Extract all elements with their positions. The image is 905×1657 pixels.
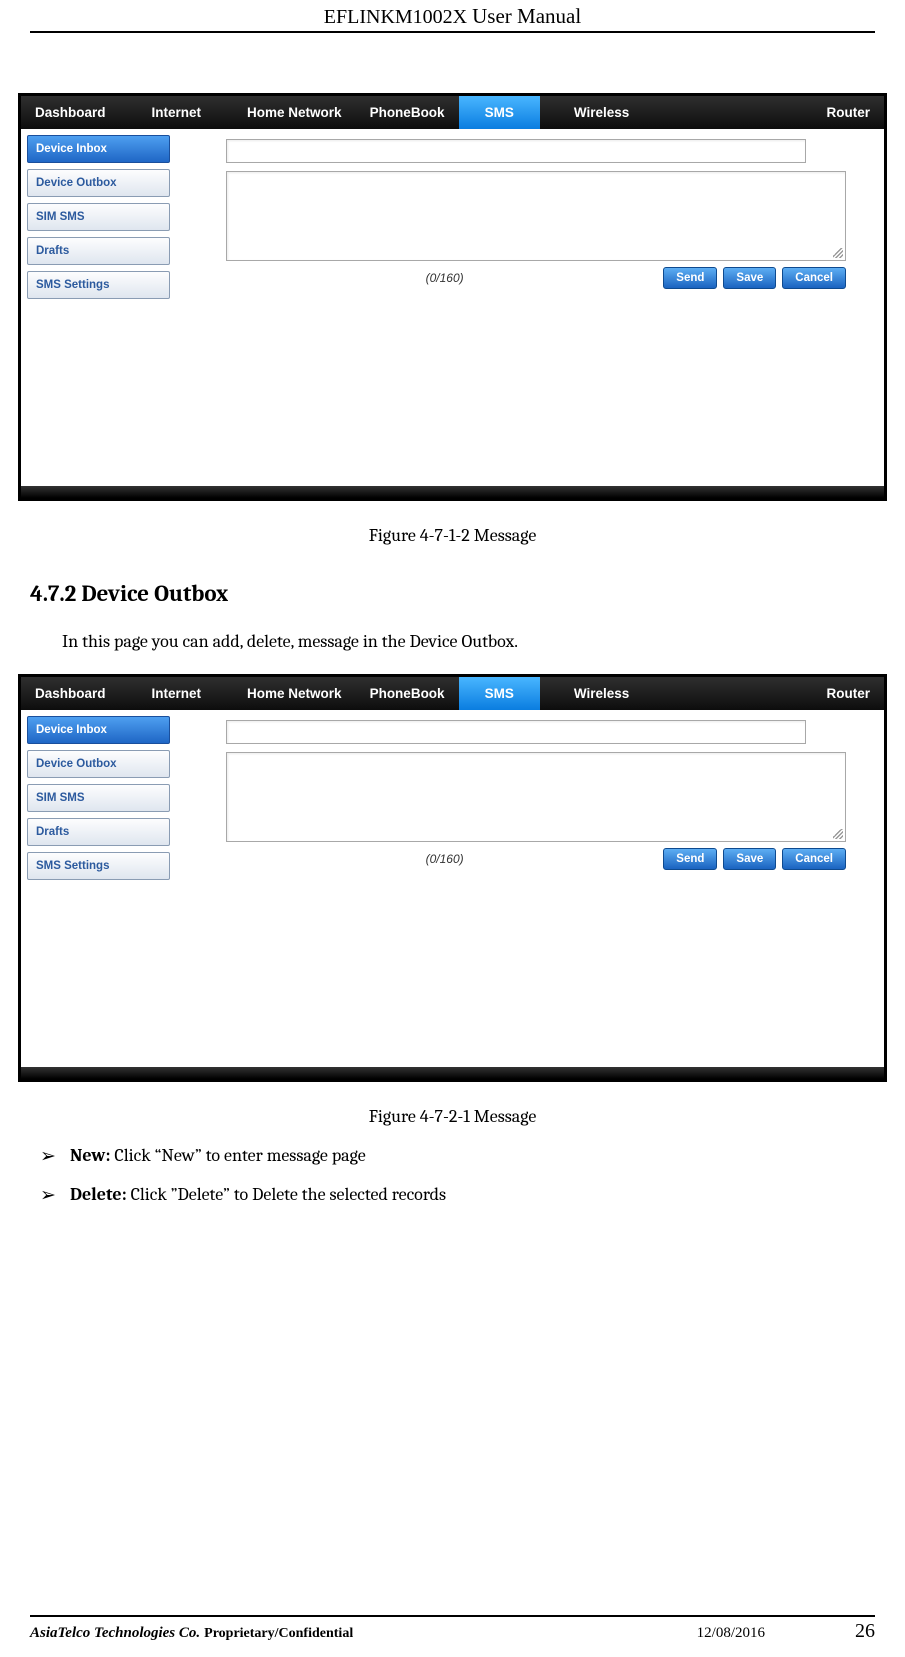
send-button[interactable]: Send: [663, 848, 717, 870]
save-button[interactable]: Save: [723, 848, 776, 870]
message-textarea[interactable]: [226, 171, 846, 261]
bullet-list: ➢ New: Click “New” to enter message page…: [40, 1145, 875, 1207]
bullet-arrow-icon: ➢: [40, 1145, 70, 1168]
footer-company: AsiaTelco Technologies Co.: [30, 1625, 200, 1642]
cancel-button[interactable]: Cancel: [782, 267, 846, 289]
sidebar-sms-settings[interactable]: SMS Settings: [27, 852, 170, 880]
top-nav: Dashboard Internet Home Network PhoneBoo…: [21, 677, 884, 710]
bullet-delete: ➢ Delete: Click ”Delete” to Delete the s…: [40, 1184, 875, 1207]
nav-wireless[interactable]: Wireless: [560, 96, 643, 129]
sidebar-sms-settings[interactable]: SMS Settings: [27, 271, 170, 299]
doc-label: User Manual: [472, 4, 581, 28]
bottom-bar: [21, 1067, 884, 1079]
resize-handle-icon[interactable]: [833, 248, 843, 258]
nav-sms-active[interactable]: SMS: [459, 96, 540, 129]
figure-caption-2: Figure 4-7-2-1 Message: [30, 1106, 875, 1127]
bullet-delete-text: Click ”Delete” to Delete the selected re…: [127, 1184, 446, 1205]
product-name: EFLINKM1002X: [324, 6, 467, 28]
bullet-arrow-icon: ➢: [40, 1184, 70, 1207]
resize-handle-icon[interactable]: [833, 829, 843, 839]
nav-dashboard[interactable]: Dashboard: [21, 677, 120, 710]
sidebar-device-outbox[interactable]: Device Outbox: [27, 750, 170, 778]
recipient-input[interactable]: [226, 720, 806, 744]
bullet-new-label: New:: [70, 1145, 110, 1166]
top-nav: Dashboard Internet Home Network PhoneBoo…: [21, 96, 884, 129]
footer-page-number: 26: [855, 1620, 875, 1643]
page-footer: AsiaTelco Technologies Co. Proprietary/C…: [30, 1615, 875, 1643]
sidebar-device-inbox[interactable]: Device Inbox: [27, 716, 170, 744]
footer-confidential: Proprietary/Confidential: [204, 1626, 353, 1642]
nav-home-network[interactable]: Home Network: [233, 677, 356, 710]
char-counter: (0/160): [226, 271, 663, 285]
bullet-new: ➢ New: Click “New” to enter message page: [40, 1145, 875, 1168]
recipient-input[interactable]: [226, 139, 806, 163]
sidebar-drafts[interactable]: Drafts: [27, 237, 170, 265]
footer-date: 12/08/2016: [697, 1625, 765, 1642]
page-header: EFLINKM1002X User Manual: [30, 0, 875, 33]
nav-router[interactable]: Router: [813, 96, 885, 129]
nav-home-network[interactable]: Home Network: [233, 96, 356, 129]
bullet-new-text: Click “New” to enter message page: [110, 1145, 365, 1166]
screenshot-sms-compose-1: Dashboard Internet Home Network PhoneBoo…: [18, 93, 887, 501]
nav-phonebook[interactable]: PhoneBook: [356, 96, 459, 129]
save-button[interactable]: Save: [723, 267, 776, 289]
nav-internet[interactable]: Internet: [138, 677, 216, 710]
sidebar-device-outbox[interactable]: Device Outbox: [27, 169, 170, 197]
nav-wireless[interactable]: Wireless: [560, 677, 643, 710]
screenshot-sms-compose-2: Dashboard Internet Home Network PhoneBoo…: [18, 674, 887, 1082]
bullet-delete-label: Delete:: [70, 1184, 127, 1205]
sidebar-sim-sms[interactable]: SIM SMS: [27, 203, 170, 231]
nav-dashboard[interactable]: Dashboard: [21, 96, 120, 129]
compose-panel: (0/160) Send Save Cancel: [176, 129, 884, 486]
section-heading: 4.7.2 Device Outbox: [30, 580, 875, 607]
bottom-bar: [21, 486, 884, 498]
nav-router[interactable]: Router: [813, 677, 885, 710]
compose-panel: (0/160) Send Save Cancel: [176, 710, 884, 1067]
sidebar-drafts[interactable]: Drafts: [27, 818, 170, 846]
message-textarea[interactable]: [226, 752, 846, 842]
send-button[interactable]: Send: [663, 267, 717, 289]
sidebar-sim-sms[interactable]: SIM SMS: [27, 784, 170, 812]
char-counter: (0/160): [226, 852, 663, 866]
section-intro: In this page you can add, delete, messag…: [62, 631, 875, 652]
nav-phonebook[interactable]: PhoneBook: [356, 677, 459, 710]
cancel-button[interactable]: Cancel: [782, 848, 846, 870]
sidebar-device-inbox[interactable]: Device Inbox: [27, 135, 170, 163]
nav-internet[interactable]: Internet: [138, 96, 216, 129]
sms-sidebar: Device Inbox Device Outbox SIM SMS Draft…: [21, 129, 176, 486]
figure-caption-1: Figure 4-7-1-2 Message: [30, 525, 875, 546]
sms-sidebar: Device Inbox Device Outbox SIM SMS Draft…: [21, 710, 176, 1067]
nav-sms-active[interactable]: SMS: [459, 677, 540, 710]
